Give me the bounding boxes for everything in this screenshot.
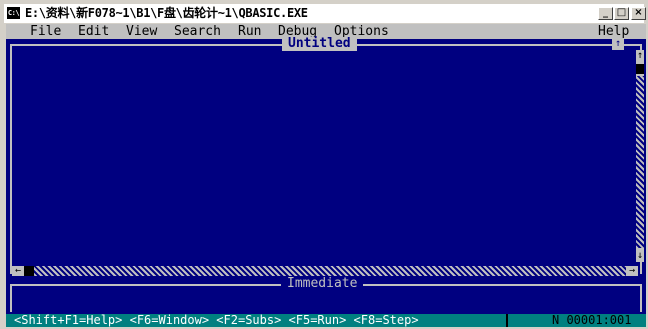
menu-edit[interactable]: Edit — [78, 24, 109, 39]
editor-window[interactable] — [10, 44, 642, 274]
cursor-position: N 00001:001 — [552, 313, 632, 327]
maximize-button[interactable]: □ — [614, 7, 629, 20]
qbasic-window: C:\ E:\资料\新F078~1\B1\F盘\齿轮计~1\QBASIC.EXE… — [0, 0, 648, 329]
scroll-down-arrow-icon[interactable]: ↓ — [636, 250, 644, 262]
status-bar: <Shift+F1=Help> <F6=Window> <F2=Subs> <F… — [6, 314, 646, 327]
status-hints: <Shift+F1=Help> <F6=Window> <F2=Subs> <F… — [14, 313, 419, 327]
status-divider — [506, 314, 508, 327]
menu-run[interactable]: Run — [238, 24, 261, 39]
console-area[interactable]: File Edit View Search Run Debug Options … — [6, 24, 646, 327]
vertical-scroll-track[interactable] — [636, 76, 644, 248]
scroll-right-arrow-icon[interactable]: → — [626, 266, 638, 276]
close-button[interactable]: × — [631, 7, 646, 20]
menu-file[interactable]: File — [30, 24, 61, 39]
scroll-left-arrow-icon[interactable]: ← — [12, 266, 24, 276]
title-bar[interactable]: C:\ E:\资料\新F078~1\B1\F盘\齿轮计~1\QBASIC.EXE… — [4, 4, 646, 23]
horizontal-scrollbar[interactable]: ← → — [12, 266, 638, 276]
immediate-title: Immediate — [281, 277, 364, 291]
menu-view[interactable]: View — [126, 24, 157, 39]
editor-maximize-icon[interactable]: ↑ — [612, 38, 624, 50]
document-title: Untitled — [282, 37, 357, 51]
vertical-scroll-thumb[interactable] — [636, 64, 644, 74]
menu-help[interactable]: Help — [598, 24, 629, 39]
scroll-up-arrow-icon[interactable]: ↑ — [636, 50, 644, 62]
menu-search[interactable]: Search — [174, 24, 221, 39]
minimize-button[interactable]: _ — [598, 7, 613, 20]
window-title: E:\资料\新F078~1\B1\F盘\齿轮计~1\QBASIC.EXE — [25, 6, 308, 20]
vertical-scrollbar[interactable]: ↑ ↓ — [636, 50, 644, 262]
console-app-icon[interactable]: C:\ — [7, 7, 20, 19]
horizontal-scroll-thumb[interactable] — [24, 266, 34, 276]
